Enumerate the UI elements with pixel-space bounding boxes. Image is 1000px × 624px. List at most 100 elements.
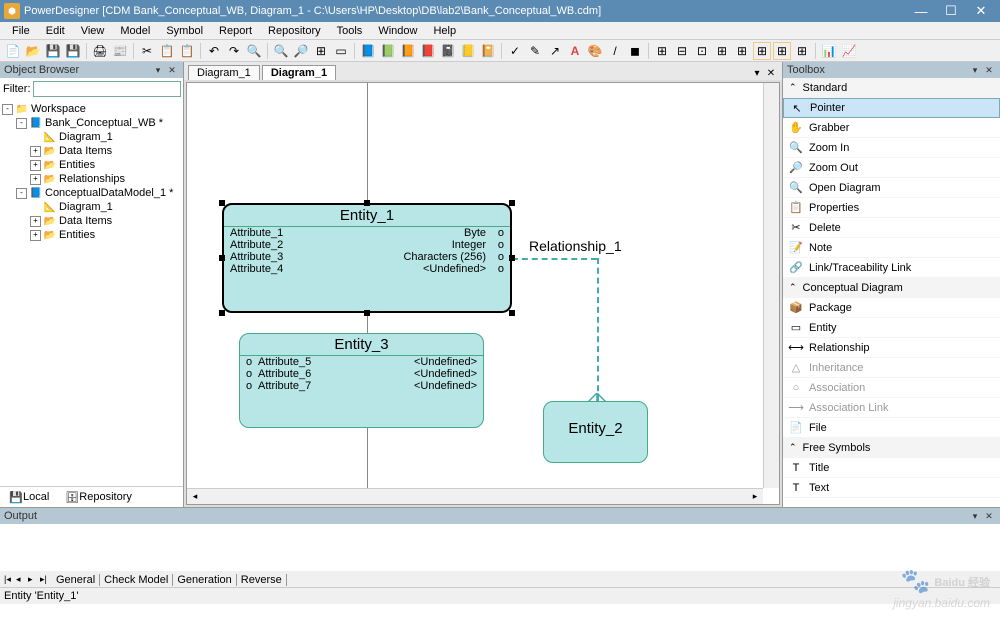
output-nav-next[interactable]: ▸ <box>28 574 40 585</box>
toolbox-link-traceability-link[interactable]: 🔗Link/Traceability Link <box>783 258 1000 278</box>
entity-2[interactable]: Entity_2 <box>543 401 648 463</box>
menu-help[interactable]: Help <box>425 24 464 38</box>
entity-1[interactable]: Entity_1 Attribute_1Byteo Attribute_2Int… <box>222 203 512 313</box>
tabs-close-icon[interactable]: ✕ <box>764 66 778 80</box>
line-icon[interactable]: / <box>606 42 624 60</box>
maximize-button[interactable]: ☐ <box>936 0 966 22</box>
undo-icon[interactable]: ↶ <box>205 42 223 60</box>
new-icon[interactable]: 📄 <box>4 42 22 60</box>
page-icon[interactable]: ▭ <box>332 42 350 60</box>
tool-2[interactable]: 📗 <box>379 42 397 60</box>
tool-7[interactable]: 📔 <box>479 42 497 60</box>
print-icon[interactable]: 🖨 <box>91 42 109 60</box>
open-icon[interactable]: 📂 <box>24 42 42 60</box>
toolbox-entity[interactable]: ▭Entity <box>783 318 1000 338</box>
menu-symbol[interactable]: Symbol <box>158 24 211 38</box>
tool-3[interactable]: 📙 <box>399 42 417 60</box>
output-tab-rev[interactable]: Reverse <box>237 574 287 586</box>
check-icon[interactable]: ✓ <box>506 42 524 60</box>
scroll-left-icon[interactable]: ◂ <box>187 490 203 504</box>
output-nav-first[interactable]: |◂ <box>4 574 16 585</box>
filter-input[interactable] <box>33 81 181 97</box>
toolbox-close-icon[interactable]: ✕ <box>982 63 996 77</box>
toolbox-note[interactable]: 📝Note <box>783 238 1000 258</box>
toolbox-inheritance[interactable]: △Inheritance <box>783 358 1000 378</box>
toolbox-title[interactable]: TTitle <box>783 458 1000 478</box>
save-icon[interactable]: 💾 <box>44 42 62 60</box>
win-3[interactable]: ⊡ <box>693 42 711 60</box>
toolbox-association-link[interactable]: ⟶Association Link <box>783 398 1000 418</box>
tab-local[interactable]: 💾Local <box>2 489 56 505</box>
save-all-icon[interactable]: 💾 <box>64 42 82 60</box>
scrollbar-h[interactable]: ◂ ▸ <box>187 488 763 504</box>
output-close-icon[interactable]: ✕ <box>982 509 996 523</box>
menu-file[interactable]: File <box>4 24 38 38</box>
output-tab-check[interactable]: Check Model <box>100 574 173 586</box>
toolbox-grabber[interactable]: ✋Grabber <box>783 118 1000 138</box>
copy-icon[interactable]: 📋 <box>158 42 176 60</box>
tool-6[interactable]: 📒 <box>459 42 477 60</box>
arrow-icon[interactable]: ↗ <box>546 42 564 60</box>
menu-model[interactable]: Model <box>112 24 158 38</box>
toolbox-down-icon[interactable]: ▾ <box>968 63 982 77</box>
toolbox-zoom-in[interactable]: 🔍Zoom In <box>783 138 1000 158</box>
output-nav-prev[interactable]: ◂ <box>16 574 28 585</box>
scroll-right-icon[interactable]: ▸ <box>747 490 763 504</box>
pencil-icon[interactable]: ✎ <box>526 42 544 60</box>
tree-node[interactable]: +📂Entities <box>2 158 181 172</box>
toolbox-conceptual-diagram[interactable]: ⌃Conceptual Diagram <box>783 278 1000 298</box>
tool-5[interactable]: 📓 <box>439 42 457 60</box>
tree-node[interactable]: +📂Entities <box>2 228 181 242</box>
toolbox-pointer[interactable]: ↖Pointer <box>783 98 1000 118</box>
tree-node[interactable]: -📘Bank_Conceptual_WB * <box>2 116 181 130</box>
fill-icon[interactable]: 🎨 <box>586 42 604 60</box>
menu-report[interactable]: Report <box>211 24 260 38</box>
ext-1[interactable]: 📊 <box>820 42 838 60</box>
browser-close-icon[interactable]: ✕ <box>165 63 179 77</box>
paste-icon[interactable]: 📋 <box>178 42 196 60</box>
diagram-tab-1[interactable]: Diagram_1 <box>188 65 260 80</box>
toolbox-open-diagram[interactable]: 🔍Open Diagram <box>783 178 1000 198</box>
tree-node[interactable]: 📐Diagram_1 <box>2 130 181 144</box>
preview-icon[interactable]: 📰 <box>111 42 129 60</box>
win-1[interactable]: ⊞ <box>653 42 671 60</box>
relationship-label[interactable]: Relationship_1 <box>529 238 622 254</box>
redo-icon[interactable]: ↷ <box>225 42 243 60</box>
tree-node[interactable]: +📂Data Items <box>2 214 181 228</box>
zoom-icon[interactable]: 🔍 <box>272 42 290 60</box>
relationship-line-h[interactable] <box>512 258 597 260</box>
tree-node[interactable]: -📘ConceptualDataModel_1 * <box>2 186 181 200</box>
tree-node[interactable]: -📁Workspace <box>2 102 181 116</box>
diagram-tab-2[interactable]: Diagram_1 <box>262 65 336 80</box>
output-down-icon[interactable]: ▾ <box>968 509 982 523</box>
canvas[interactable]: Relationship_1 Entity_1 Attribute_1Byteo… <box>186 82 780 505</box>
cut-icon[interactable]: ✂ <box>138 42 156 60</box>
toolbox-association[interactable]: ○Association <box>783 378 1000 398</box>
output-tab-gen[interactable]: Generation <box>173 574 236 586</box>
menu-edit[interactable]: Edit <box>38 24 73 38</box>
browser-down-icon[interactable]: ▾ <box>151 63 165 77</box>
toolbox-relationship[interactable]: ⟷Relationship <box>783 338 1000 358</box>
menu-window[interactable]: Window <box>370 24 425 38</box>
menu-repository[interactable]: Repository <box>260 24 329 38</box>
toolbox-file[interactable]: 📄File <box>783 418 1000 438</box>
win-8[interactable]: ⊞ <box>793 42 811 60</box>
tool-1[interactable]: 📘 <box>359 42 377 60</box>
output-nav-last[interactable]: ▸| <box>40 574 52 585</box>
toolbox-delete[interactable]: ✂Delete <box>783 218 1000 238</box>
shadow-icon[interactable]: ◼ <box>626 42 644 60</box>
toolbox-zoom-out[interactable]: 🔎Zoom Out <box>783 158 1000 178</box>
toolbox-package[interactable]: 📦Package <box>783 298 1000 318</box>
win-6[interactable]: ⊞ <box>753 42 771 60</box>
toolbox-properties[interactable]: 📋Properties <box>783 198 1000 218</box>
menu-tools[interactable]: Tools <box>329 24 371 38</box>
win-2[interactable]: ⊟ <box>673 42 691 60</box>
win-4[interactable]: ⊞ <box>713 42 731 60</box>
toolbox-text[interactable]: TText <box>783 478 1000 498</box>
output-tab-general[interactable]: General <box>52 574 100 586</box>
tab-repository[interactable]: 🗄Repository <box>58 489 139 505</box>
tabs-dropdown-icon[interactable]: ▾ <box>750 66 764 80</box>
toolbox-standard[interactable]: ⌃Standard <box>783 78 1000 98</box>
text-icon[interactable]: A <box>566 42 584 60</box>
win-5[interactable]: ⊞ <box>733 42 751 60</box>
